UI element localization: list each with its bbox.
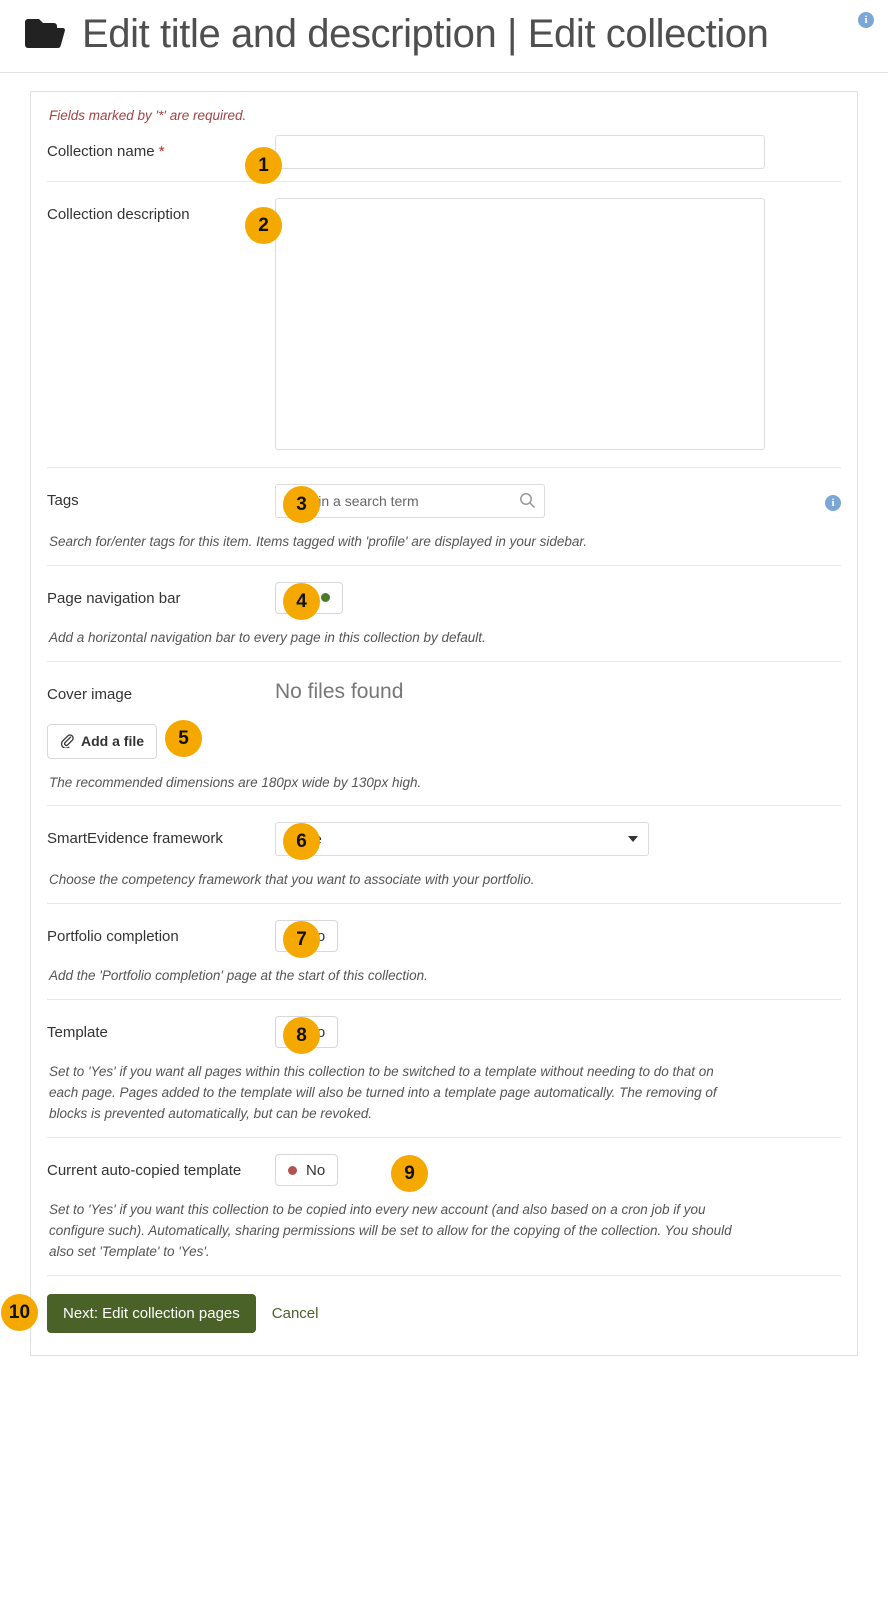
field-row-page-navigation-bar: Page navigation bar Yes Add a horizontal…: [47, 565, 841, 661]
current-auto-copied-template-label: Current auto-copied template: [47, 1154, 275, 1181]
callout-badge-7: 7: [283, 921, 320, 958]
toggle-value-label: No: [306, 1163, 325, 1178]
portfolio-completion-help-text: Add the 'Portfolio completion' page at t…: [47, 966, 841, 987]
collection-name-input[interactable]: [275, 135, 765, 169]
callout-badge-1: 1: [245, 147, 282, 184]
field-row-collection-description: Collection description 2: [47, 181, 841, 467]
callout-badge-10: 10: [1, 1294, 38, 1331]
required-fields-note: Fields marked by '*' are required.: [47, 92, 841, 129]
callout-badge-4: 4: [283, 583, 320, 620]
collection-description-textarea[interactable]: [275, 198, 765, 450]
page-navigation-bar-help-text: Add a horizontal navigation bar to every…: [47, 628, 841, 649]
info-icon[interactable]: i: [825, 495, 841, 511]
header-info-button[interactable]: i: [858, 10, 874, 28]
add-a-file-label: Add a file: [81, 732, 144, 750]
form-actions: Next: Edit collection pages Cancel 10: [47, 1275, 841, 1355]
cover-image-status: No files found: [275, 678, 841, 704]
field-row-template: Template No Set to 'Yes' if you want all…: [47, 999, 841, 1137]
field-row-cover-image: Cover image Add a file No files found: [47, 661, 841, 806]
page-navigation-bar-label: Page navigation bar: [47, 582, 275, 609]
smartevidence-framework-select[interactable]: None: [275, 822, 649, 856]
tags-help-text: Search for/enter tags for this item. Ite…: [47, 532, 841, 553]
page-title: Edit title and description | Edit collec…: [82, 12, 769, 56]
tags-label: Tags: [47, 484, 275, 511]
current-auto-copied-template-help-text: Set to 'Yes' if you want this collection…: [47, 1200, 737, 1263]
info-icon[interactable]: i: [858, 12, 874, 28]
tags-info-button[interactable]: i: [825, 493, 841, 511]
cover-image-label-text: Cover image: [47, 686, 132, 703]
status-dot-on-icon: [321, 593, 330, 602]
smartevidence-select-wrapper: None: [275, 822, 649, 856]
cover-image-help-text: The recommended dimensions are 180px wid…: [47, 773, 841, 794]
template-help-text: Set to 'Yes' if you want all pages withi…: [47, 1062, 737, 1125]
required-marker: *: [159, 143, 165, 160]
field-row-tags: Tags i Search for/enter tags for this it…: [47, 467, 841, 565]
field-row-collection-name: Collection name * 1: [47, 129, 841, 181]
status-dot-off-icon: [288, 1166, 297, 1175]
cancel-link[interactable]: Cancel: [272, 1305, 319, 1322]
collection-name-label-text: Collection name: [47, 143, 155, 160]
paperclip-icon: [60, 734, 74, 748]
edit-collection-form-panel: Fields marked by '*' are required. Colle…: [30, 91, 858, 1356]
collection-description-label: Collection description: [47, 198, 275, 225]
smartevidence-framework-label: SmartEvidence framework: [47, 822, 275, 849]
add-a-file-button[interactable]: Add a file: [47, 724, 157, 758]
collection-name-label: Collection name *: [47, 135, 275, 162]
callout-badge-5: 5: [165, 720, 202, 757]
field-row-smartevidence-framework: SmartEvidence framework None Choose the …: [47, 805, 841, 903]
callout-badge-8: 8: [283, 1017, 320, 1054]
current-auto-copied-template-toggle[interactable]: No: [275, 1154, 338, 1186]
callout-badge-3: 3: [283, 486, 320, 523]
callout-badge-2: 2: [245, 207, 282, 244]
page-header: Edit title and description | Edit collec…: [0, 0, 888, 73]
cover-image-label: Cover image Add a file: [47, 678, 275, 759]
callout-badge-9: 9: [391, 1155, 428, 1192]
portfolio-completion-label: Portfolio completion: [47, 920, 275, 947]
field-row-portfolio-completion: Portfolio completion No Add the 'Portfol…: [47, 903, 841, 999]
next-edit-collection-pages-button[interactable]: Next: Edit collection pages: [47, 1294, 256, 1333]
field-row-current-auto-copied-template: Current auto-copied template No Set to '…: [47, 1137, 841, 1275]
template-label: Template: [47, 1016, 275, 1043]
smartevidence-framework-help-text: Choose the competency framework that you…: [47, 870, 841, 891]
folder-open-icon: [24, 17, 68, 51]
